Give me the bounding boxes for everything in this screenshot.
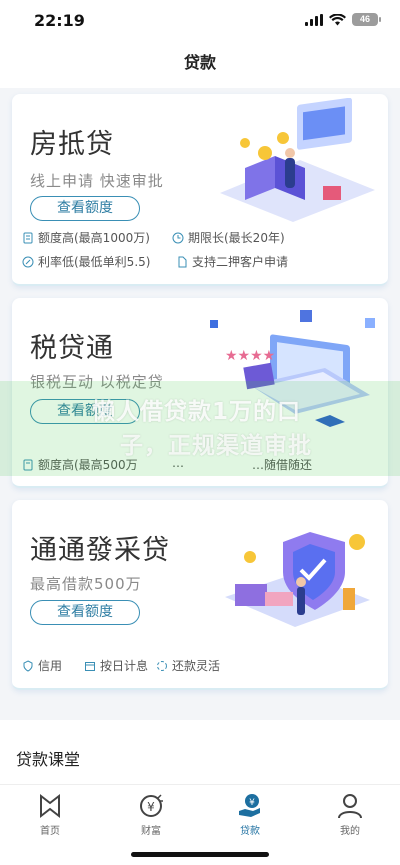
card-subtitle: 线上申请 快速审批	[30, 172, 164, 190]
refresh-icon	[157, 660, 167, 671]
svg-text:★★★★: ★★★★	[225, 348, 275, 364]
file-icon	[178, 256, 187, 267]
signal-icon	[305, 13, 323, 26]
calendar-icon	[85, 661, 95, 671]
section-title: 贷款课堂	[16, 750, 81, 769]
loan-card-procurement[interactable]: 通通發采贷 最高借款500万 查看额度 信用 按日计息 还款灵活	[12, 500, 388, 690]
feature-item: 额度高(最高1000万)	[22, 229, 150, 246]
tab-home[interactable]: 首页	[15, 793, 85, 837]
wifi-icon	[329, 13, 346, 25]
clock-icon	[172, 232, 184, 243]
tab-wealth[interactable]: ¥ 财富	[116, 793, 186, 837]
battery-icon: 46	[352, 13, 381, 26]
card-title: 房抵贷	[30, 129, 114, 160]
home-icon	[40, 793, 60, 819]
wealth-icon: ¥	[140, 794, 163, 817]
loan-card-mortgage[interactable]: 房抵贷 线上申请 快速审批 查看额度 额度高(最高1000万) 期限长(最长20…	[12, 94, 388, 286]
loan-classroom-section: 贷款课堂	[0, 720, 400, 784]
percent-icon	[22, 256, 34, 267]
procurement-illustration	[225, 532, 370, 627]
status-icons: 46	[305, 13, 381, 26]
page-title: 贷款	[183, 55, 216, 72]
feature-item: 利率低(最低单利5.5)	[22, 253, 150, 270]
profile-icon	[338, 794, 362, 819]
shield-icon	[23, 659, 33, 672]
card-title: 通通發采贷	[30, 535, 170, 566]
watermark-text: 子，正规渠道审批	[120, 433, 312, 459]
card-title: 税贷通	[30, 333, 114, 364]
svg-text:¥: ¥	[249, 798, 255, 808]
feature-item: 还款灵活	[156, 657, 220, 674]
document-icon	[23, 232, 33, 243]
feature-item: 按日计息	[84, 657, 148, 674]
card-subtitle: 最高借款500万	[30, 575, 142, 593]
view-quota-button[interactable]: 查看额度	[30, 196, 140, 221]
feature-item: 支持二押客户申请	[176, 253, 288, 270]
status-time: 22:19	[34, 11, 85, 30]
status-bar: 22:19 46	[0, 0, 400, 44]
loan-icon: ¥	[239, 794, 260, 817]
tab-loan[interactable]: ¥ 贷款	[215, 793, 285, 837]
feature-item: 信用	[22, 657, 62, 674]
mortgage-illustration	[220, 98, 375, 222]
tab-profile[interactable]: 我的	[315, 793, 385, 837]
view-quota-button[interactable]: 查看额度	[30, 600, 140, 625]
svg-text:¥: ¥	[147, 800, 155, 814]
home-indicator	[131, 852, 269, 857]
feature-item: 期限长(最长20年)	[172, 229, 285, 246]
nav-bar: 贷款	[0, 44, 400, 88]
watermark-text: 懒人借贷款1万的口	[92, 399, 302, 425]
